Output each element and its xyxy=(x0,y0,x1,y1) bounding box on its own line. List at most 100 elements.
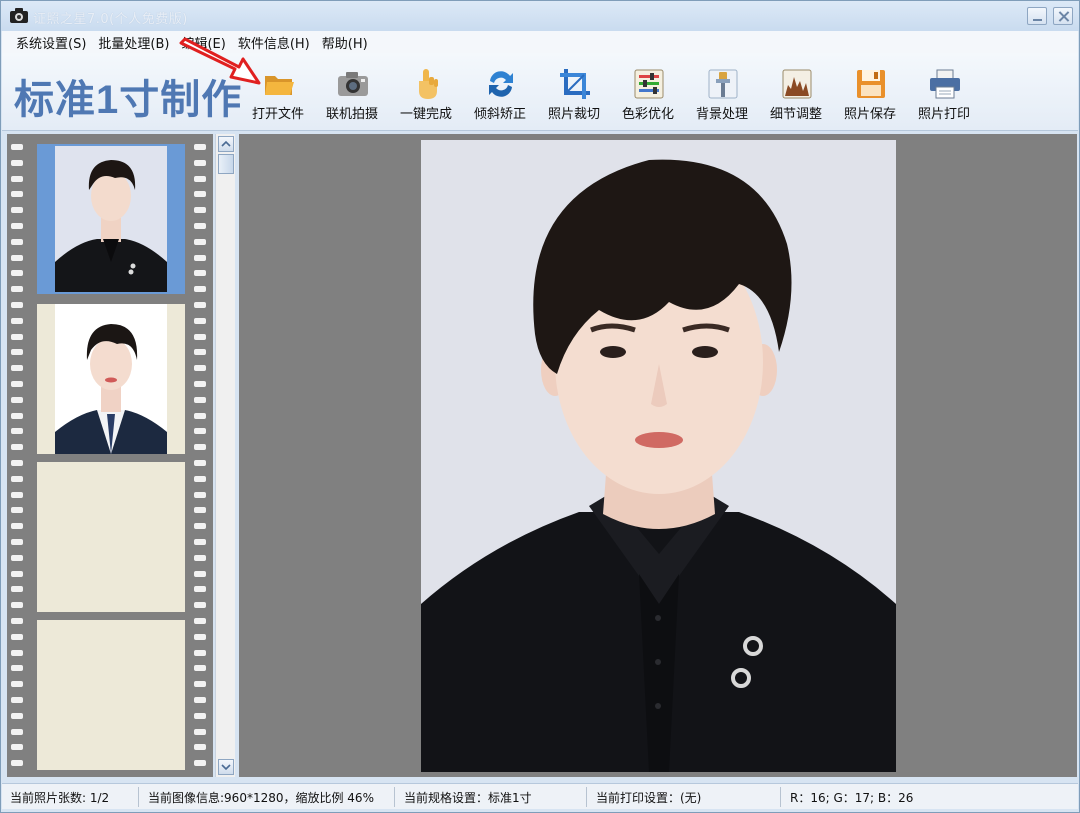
app-window: 证照之星7.0(个人免费版) 系统设置(S) 批量处理(B) 编辑(E) 软件信… xyxy=(0,0,1080,813)
film-perforation xyxy=(194,428,206,435)
status-image-info: 当前图像信息:960*1280，缩放比例 46% xyxy=(148,791,374,805)
filmstrip-scrollbar[interactable] xyxy=(215,134,235,777)
color-sliders-icon xyxy=(634,69,664,99)
film-perforation xyxy=(11,507,23,514)
status-separator xyxy=(586,787,587,807)
tool-label: 细节调整 xyxy=(769,107,822,122)
one-click-complete-button[interactable]: 一键完成 xyxy=(390,63,462,125)
film-perforation xyxy=(11,396,23,403)
thumbnail-frame[interactable] xyxy=(37,304,185,454)
menu-system-settings[interactable]: 系统设置(S) xyxy=(16,33,86,52)
menu-batch-processing[interactable]: 批量处理(B) xyxy=(98,33,169,52)
film-perforation xyxy=(11,381,23,387)
crop-icon xyxy=(560,69,590,99)
film-perforation xyxy=(194,633,206,640)
film-perforation xyxy=(11,602,23,609)
film-perforation xyxy=(11,523,23,530)
film-perforation xyxy=(194,223,206,229)
status-print-setting: 当前打印设置：(无) xyxy=(596,791,702,805)
histogram-icon xyxy=(782,69,812,99)
film-perforation xyxy=(194,539,206,545)
tool-label: 倾斜矫正 xyxy=(473,107,526,122)
film-perforation xyxy=(194,191,206,198)
thumbnail-frame-empty[interactable] xyxy=(37,620,185,770)
photo-save-button[interactable]: 照片保存 xyxy=(834,63,906,125)
film-perforation xyxy=(194,444,206,451)
rotate-icon xyxy=(489,71,513,97)
film-perforation xyxy=(11,633,23,640)
thumbnail-frame-empty[interactable] xyxy=(37,462,185,612)
film-perforation xyxy=(194,286,206,293)
folder-open-icon xyxy=(265,76,294,95)
film-perforation xyxy=(11,491,23,498)
window-title: 证照之星7.0(个人免费版) xyxy=(33,12,188,27)
photo-print-button[interactable]: 照片打印 xyxy=(908,63,980,125)
photo-canvas[interactable] xyxy=(239,134,1077,777)
online-capture-button[interactable]: 联机拍摄 xyxy=(316,63,388,125)
film-perforation xyxy=(194,254,206,261)
annotation-arrow-icon xyxy=(179,37,261,85)
film-perforation xyxy=(11,238,23,245)
film-perforation xyxy=(11,475,23,482)
film-perforation xyxy=(11,760,23,767)
scroll-thumb[interactable] xyxy=(218,154,234,174)
status-separator xyxy=(138,787,139,807)
tool-label: 色彩优化 xyxy=(621,107,674,122)
film-perforation xyxy=(194,396,206,403)
film-perforation xyxy=(194,697,206,703)
film-perforation xyxy=(194,238,206,245)
film-perforation xyxy=(194,302,206,308)
film-perforation xyxy=(194,270,206,277)
film-perforation xyxy=(11,649,23,656)
close-button[interactable] xyxy=(1053,7,1073,25)
film-perforation xyxy=(11,159,23,166)
film-perforation xyxy=(11,207,23,214)
film-perforation xyxy=(11,349,23,356)
film-perforation xyxy=(194,570,206,577)
film-perforation xyxy=(11,618,23,624)
camera-icon xyxy=(338,72,368,96)
tilt-correction-button[interactable]: 倾斜矫正 xyxy=(464,63,536,125)
status-photo-count: 当前照片张数: 1/2 xyxy=(10,791,110,805)
photo-crop-button[interactable]: 照片裁切 xyxy=(538,63,610,125)
scroll-up-button[interactable] xyxy=(218,136,234,152)
film-perforation xyxy=(11,681,23,688)
chevron-up-icon xyxy=(221,140,231,147)
film-perforation xyxy=(11,365,23,372)
portrait-thumbnail-1 xyxy=(55,146,167,292)
film-perforation xyxy=(11,665,23,672)
film-perforation xyxy=(11,223,23,229)
scroll-down-button[interactable] xyxy=(218,759,234,775)
minimize-button[interactable] xyxy=(1027,7,1047,25)
film-perforation xyxy=(11,539,23,545)
film-perforation xyxy=(194,760,206,767)
film-perforation xyxy=(194,491,206,498)
film-perforation xyxy=(194,523,206,530)
film-perforation xyxy=(11,697,23,703)
tool-label: 照片保存 xyxy=(843,107,896,122)
film-perforation xyxy=(11,728,23,735)
main-portrait-photo xyxy=(421,140,896,772)
film-perforation xyxy=(11,554,23,561)
film-perforation xyxy=(11,333,23,340)
detail-adjust-button[interactable]: 细节调整 xyxy=(760,63,832,125)
film-perforation xyxy=(11,712,23,719)
thumbnail-frame-selected[interactable] xyxy=(37,144,185,294)
film-perforation xyxy=(194,460,206,466)
tool-label: 照片打印 xyxy=(917,107,970,122)
background-processing-button[interactable]: 背景处理 xyxy=(686,63,758,125)
status-spec-setting: 当前规格设置：标准1寸 xyxy=(404,791,532,805)
film-perforation xyxy=(194,602,206,609)
film-perforation xyxy=(11,412,23,419)
chevron-down-icon xyxy=(221,764,231,771)
film-perforation xyxy=(11,144,23,150)
film-perforation xyxy=(11,270,23,277)
film-perforation xyxy=(11,570,23,577)
portrait-thumbnail-2 xyxy=(55,304,167,454)
title-bar[interactable]: 证照之星7.0(个人免费版) xyxy=(1,1,1079,31)
color-optimize-button[interactable]: 色彩优化 xyxy=(612,63,684,125)
tool-label: 一键完成 xyxy=(399,107,452,122)
film-perforation xyxy=(194,175,206,182)
tool-label: 打开文件 xyxy=(251,107,304,122)
menu-help[interactable]: 帮助(H) xyxy=(322,33,368,52)
